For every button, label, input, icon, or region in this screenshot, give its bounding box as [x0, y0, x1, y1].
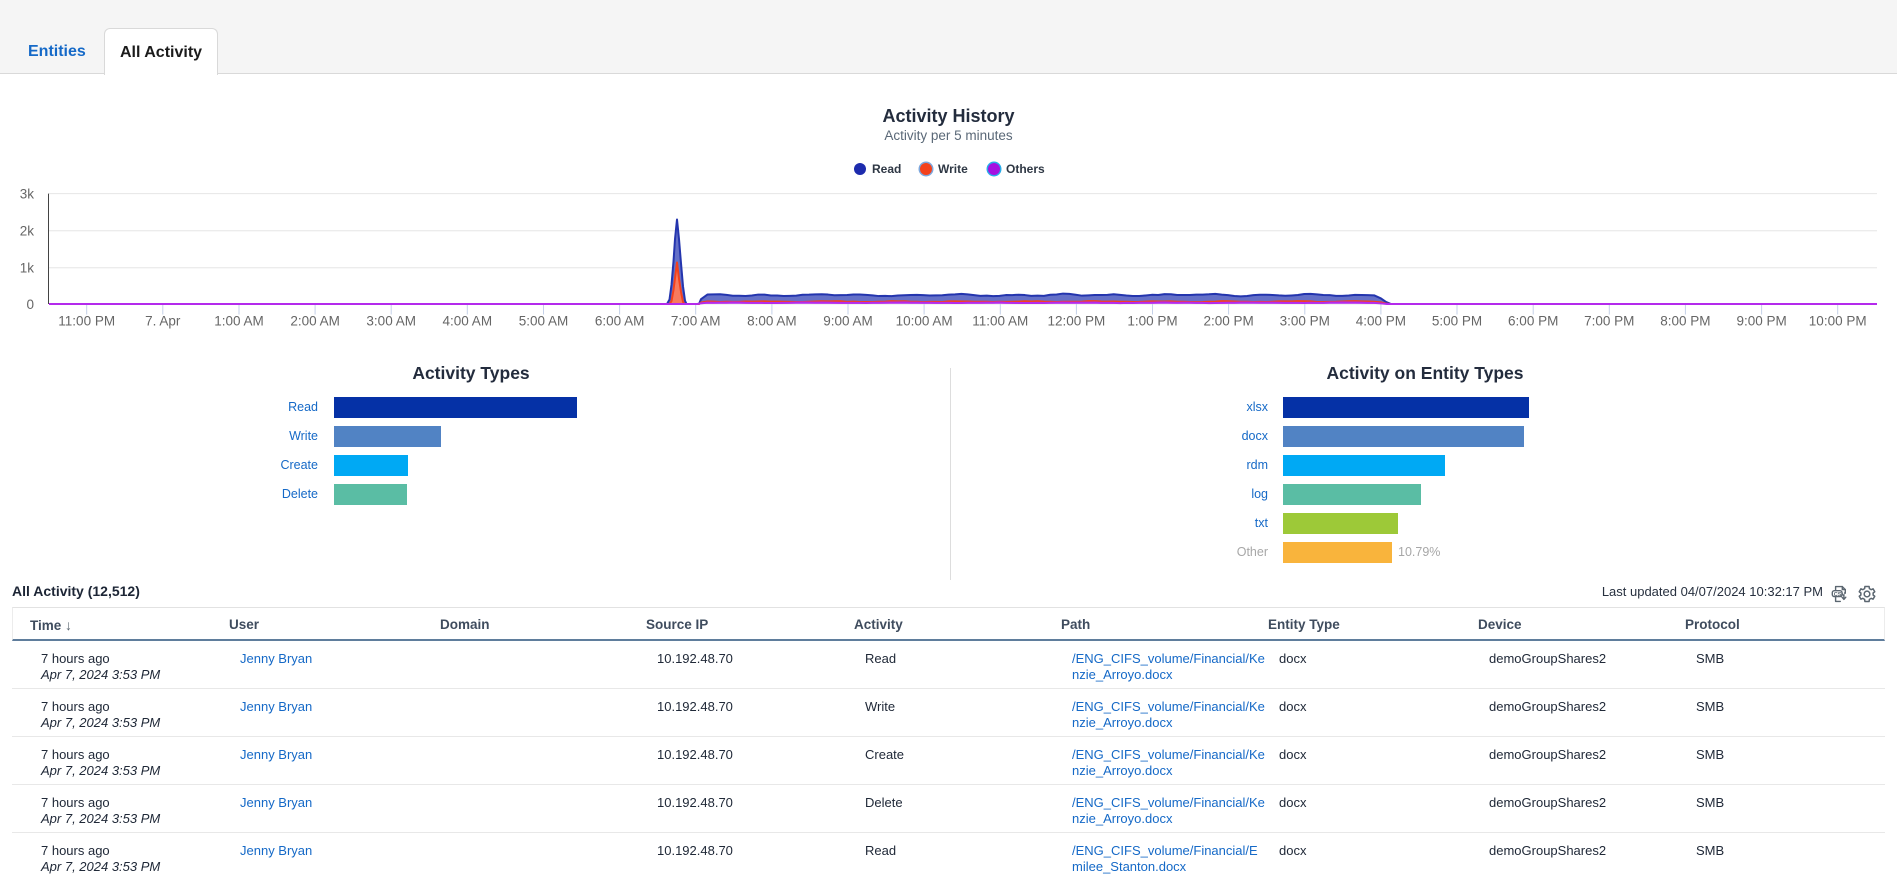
svg-text:3k: 3k — [20, 187, 35, 202]
svg-text:2:00 AM: 2:00 AM — [290, 314, 340, 329]
svg-text:0: 0 — [26, 297, 34, 312]
svg-text:8:00 PM: 8:00 PM — [1660, 314, 1710, 329]
svg-text:1k: 1k — [20, 261, 35, 276]
svg-text:11:00 AM: 11:00 AM — [972, 314, 1028, 329]
svg-text:6:00 PM: 6:00 PM — [1508, 314, 1558, 329]
svg-text:1:00 PM: 1:00 PM — [1127, 314, 1177, 329]
svg-text:2:00 PM: 2:00 PM — [1203, 314, 1253, 329]
svg-text:6:00 AM: 6:00 AM — [595, 314, 645, 329]
svg-text:8:00 AM: 8:00 AM — [747, 314, 797, 329]
svg-text:7:00 AM: 7:00 AM — [671, 314, 721, 329]
svg-text:5:00 AM: 5:00 AM — [519, 314, 569, 329]
svg-text:4:00 PM: 4:00 PM — [1356, 314, 1406, 329]
svg-text:7. Apr: 7. Apr — [145, 314, 181, 329]
svg-text:5:00 PM: 5:00 PM — [1432, 314, 1482, 329]
svg-text:9:00 PM: 9:00 PM — [1736, 314, 1786, 329]
svg-text:3:00 PM: 3:00 PM — [1280, 314, 1330, 329]
svg-text:7:00 PM: 7:00 PM — [1584, 314, 1634, 329]
svg-text:10:00 AM: 10:00 AM — [896, 314, 953, 329]
svg-text:3:00 AM: 3:00 AM — [366, 314, 416, 329]
svg-text:CSV: CSV — [1834, 592, 1846, 598]
svg-text:9:00 AM: 9:00 AM — [823, 314, 873, 329]
svg-text:1:00 AM: 1:00 AM — [214, 314, 264, 329]
svg-text:10:00 PM: 10:00 PM — [1809, 314, 1867, 329]
svg-text:4:00 AM: 4:00 AM — [443, 314, 493, 329]
svg-text:11:00 PM: 11:00 PM — [58, 314, 115, 329]
svg-text:12:00 PM: 12:00 PM — [1048, 314, 1106, 329]
svg-text:2k: 2k — [20, 224, 35, 239]
